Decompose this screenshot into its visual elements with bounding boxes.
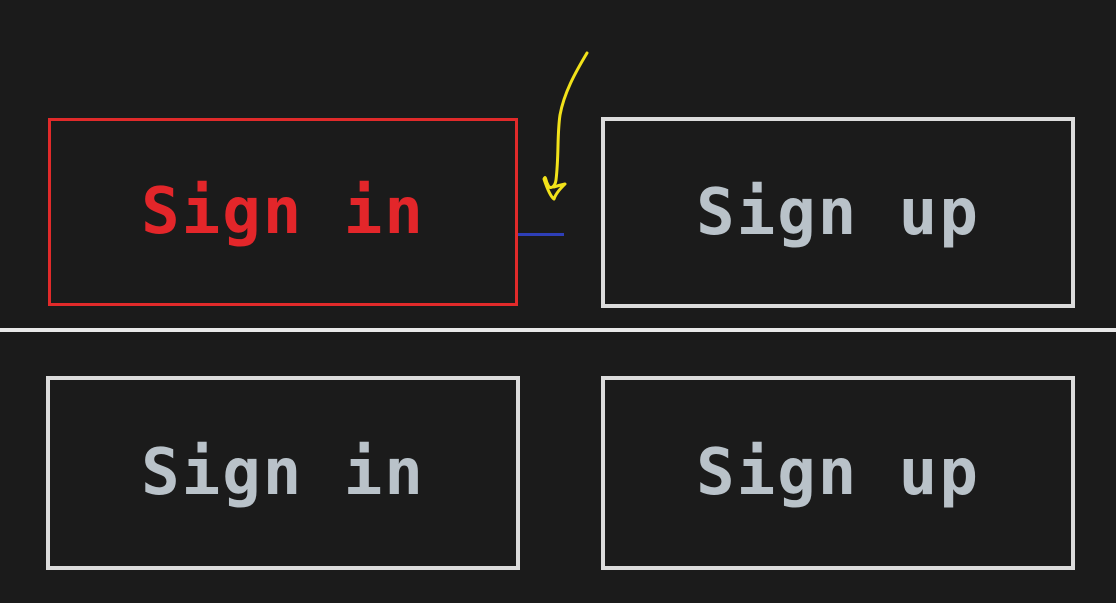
sign-in-label: Sign in bbox=[141, 436, 425, 510]
sign-in-button[interactable]: Sign in bbox=[46, 376, 520, 570]
comparison-canvas: Sign in Sign up Sign in Sign up bbox=[0, 0, 1116, 603]
sign-up-label: Sign up bbox=[696, 436, 980, 510]
sign-up-button[interactable]: Sign up bbox=[601, 117, 1075, 308]
sign-in-button[interactable]: Sign in bbox=[48, 118, 518, 306]
sign-in-label: Sign in bbox=[141, 175, 425, 249]
sign-up-button[interactable]: Sign up bbox=[601, 376, 1075, 570]
focused-state-panel: Sign in Sign up bbox=[0, 0, 1116, 328]
focus-connector-line bbox=[518, 233, 564, 236]
sign-up-label: Sign up bbox=[696, 175, 980, 250]
arrow-annotation-icon bbox=[542, 51, 589, 201]
